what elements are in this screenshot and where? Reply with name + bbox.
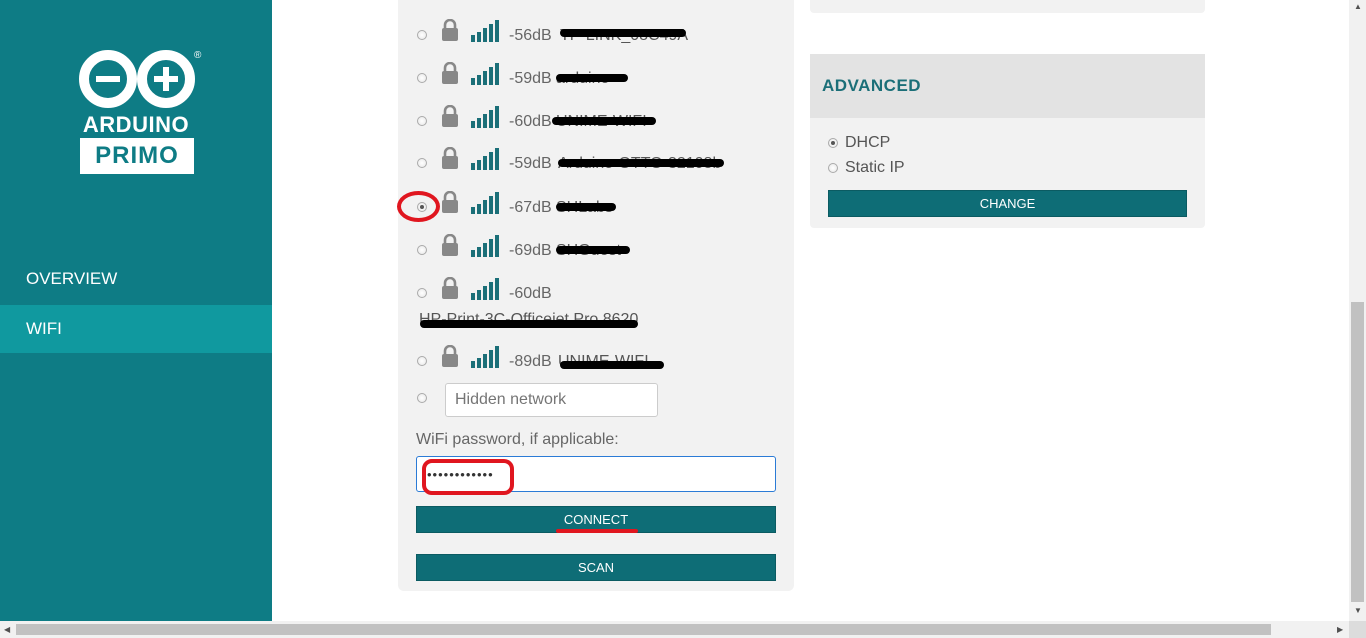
network-row[interactable]: -60dB UNIME-WIFI [398, 101, 794, 141]
password-label: WiFi password, if applicable: [416, 431, 619, 448]
advanced-panel: ADVANCED DHCP Static IP CHANGE [810, 54, 1205, 228]
network-row[interactable]: -67dB SHLabs [398, 187, 794, 227]
signal-strength-icon [471, 278, 499, 300]
redaction-mark [420, 320, 638, 328]
horizontal-scrollbar[interactable]: ◀ ▶ [0, 621, 1349, 638]
signal-db: -89dB [509, 353, 552, 370]
signal-strength-icon [471, 63, 499, 85]
redaction-mark [560, 361, 664, 369]
network-radio[interactable] [417, 158, 427, 168]
dhcp-radio[interactable] [828, 138, 838, 148]
network-radio[interactable] [417, 116, 427, 126]
horizontal-scroll-thumb[interactable] [16, 624, 1271, 635]
vertical-scrollbar[interactable]: ▲ ▼ [1349, 0, 1366, 621]
network-row[interactable]: -69dB SHGuest [398, 230, 794, 270]
network-radio[interactable] [417, 288, 427, 298]
advanced-header: ADVANCED [810, 54, 1205, 118]
dhcp-label: DHCP [845, 134, 891, 151]
signal-db: -59dB [509, 155, 552, 172]
static-ip-label: Static IP [845, 159, 905, 176]
network-radio[interactable] [417, 202, 427, 212]
network-radio[interactable] [417, 356, 427, 366]
signal-strength-icon [471, 192, 499, 214]
lock-icon [442, 147, 458, 169]
hidden-network-input[interactable] [445, 383, 658, 417]
network-row[interactable]: -56dB TP-LINK_08C49A [398, 15, 794, 55]
nav-item-overview[interactable]: OVERVIEW [0, 255, 272, 303]
advanced-title: ADVANCED [822, 76, 922, 95]
signal-db: -60dB [509, 113, 552, 130]
lock-icon [442, 19, 458, 41]
registered-mark: ® [194, 50, 202, 61]
network-row[interactable]: -59dB Arduino-OTTO-32108b [398, 143, 794, 183]
scan-button[interactable]: SCAN [416, 554, 776, 581]
signal-strength-icon [471, 20, 499, 42]
signal-db: -60dB [509, 285, 552, 302]
scroll-left-icon[interactable]: ◀ [4, 625, 10, 634]
scrollbar-corner [1349, 621, 1366, 638]
network-row[interactable]: -59dB arduino [398, 58, 794, 98]
wifi-networks-panel: -56dB TP-LINK_08C49A -59dB arduino -60dB… [397, 0, 794, 591]
signal-db: -56dB [509, 27, 552, 44]
network-radio[interactable] [417, 245, 427, 255]
vertical-scroll-thumb[interactable] [1351, 302, 1364, 602]
lock-icon [442, 191, 458, 213]
top-panel [810, 0, 1205, 13]
lock-icon [442, 105, 458, 127]
static-ip-radio[interactable] [828, 163, 838, 173]
redaction-mark [556, 203, 616, 211]
change-button[interactable]: CHANGE [828, 190, 1187, 217]
arduino-infinity-icon [79, 50, 195, 108]
nav-item-wifi[interactable]: WIFI [0, 305, 272, 353]
password-input[interactable] [416, 456, 776, 492]
network-radio[interactable] [417, 30, 427, 40]
brand-name: ARDUINO [82, 112, 190, 137]
brand-model: PRIMO [80, 138, 194, 174]
redaction-mark [552, 117, 656, 125]
highlight-underline [556, 529, 638, 533]
redaction-mark [560, 29, 686, 37]
scroll-right-icon[interactable]: ▶ [1337, 625, 1343, 634]
scroll-up-icon[interactable]: ▲ [1354, 2, 1362, 11]
signal-strength-icon [471, 346, 499, 368]
arduino-primo-logo: ® ARDUINO PRIMO [76, 48, 206, 178]
scroll-down-icon[interactable]: ▼ [1354, 606, 1362, 615]
signal-db: -67dB [509, 199, 552, 216]
signal-strength-icon [471, 235, 499, 257]
lock-icon [442, 277, 458, 299]
redaction-mark [558, 159, 724, 167]
network-radio[interactable] [417, 73, 427, 83]
network-row[interactable]: -60dB HP-Print-3C-Officejet Pro 8620 [398, 273, 794, 333]
hidden-network-radio[interactable] [417, 393, 427, 403]
lock-icon [442, 62, 458, 84]
network-row[interactable]: -89dB UNIME-WIFI [398, 341, 794, 381]
signal-db: -69dB [509, 242, 552, 259]
lock-icon [442, 234, 458, 256]
redaction-mark [556, 74, 628, 82]
sidebar: ® ARDUINO PRIMO OVERVIEW WIFI [0, 0, 272, 621]
signal-strength-icon [471, 106, 499, 128]
signal-strength-icon [471, 148, 499, 170]
signal-db: -59dB [509, 70, 552, 87]
redaction-mark [556, 246, 630, 254]
lock-icon [442, 345, 458, 367]
